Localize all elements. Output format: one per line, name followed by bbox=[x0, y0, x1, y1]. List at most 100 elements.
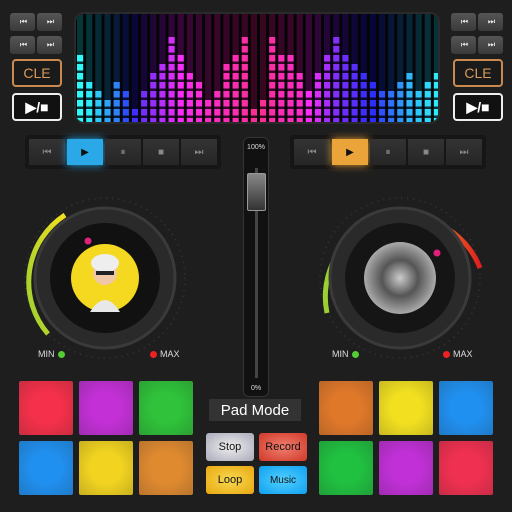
left-cle-button[interactable]: CLE bbox=[12, 59, 62, 87]
left-pause-button[interactable]: ⏸ bbox=[105, 139, 141, 165]
left-stop-button[interactable]: ■ bbox=[143, 139, 179, 165]
left-jog-wheel[interactable] bbox=[20, 193, 190, 363]
drum-pad[interactable] bbox=[319, 441, 373, 495]
fader-min-label: 0% bbox=[250, 385, 262, 392]
drum-pad[interactable] bbox=[139, 381, 193, 435]
left-next-button[interactable]: ⏭ bbox=[37, 13, 62, 31]
spectrum-bar bbox=[195, 14, 203, 122]
spectrum-bar bbox=[159, 14, 166, 122]
spectrum-bar bbox=[104, 14, 111, 122]
left-prev-button-2[interactable]: ⏮ bbox=[10, 36, 35, 54]
right-transport: ⏮ ▶ ⏸ ■ ⏭ bbox=[290, 135, 486, 169]
spectrum-bar bbox=[177, 14, 184, 122]
right-prev-button-2[interactable]: ⏮ bbox=[451, 36, 476, 54]
spectrum-visualizer bbox=[74, 12, 440, 124]
spectrum-bar bbox=[168, 14, 175, 122]
spectrum-bar bbox=[360, 14, 367, 122]
left-max-label: MAX bbox=[150, 349, 180, 359]
drum-pad[interactable] bbox=[19, 381, 73, 435]
max-indicator bbox=[443, 350, 450, 358]
right-forward-button[interactable]: ⏭ bbox=[446, 139, 482, 165]
left-min-label: MIN bbox=[38, 349, 65, 359]
spectrum-bar bbox=[214, 14, 221, 122]
right-next-button-2[interactable]: ⏭ bbox=[478, 36, 503, 54]
fader-max-label: 100% bbox=[247, 144, 265, 151]
spectrum-bar bbox=[424, 14, 431, 122]
spectrum-bar bbox=[415, 14, 422, 122]
spectrum-bar bbox=[397, 14, 404, 122]
right-min-label: MIN bbox=[332, 349, 359, 359]
spectrum-bar bbox=[433, 14, 438, 122]
right-play-button[interactable]: ▶ bbox=[332, 139, 368, 165]
spectrum-bar bbox=[205, 14, 212, 122]
right-jog-wheel[interactable] bbox=[315, 193, 485, 363]
spectrum-bar bbox=[250, 14, 257, 122]
spectrum-bar bbox=[223, 14, 230, 122]
volume-fader[interactable]: 100% 0% bbox=[243, 137, 269, 397]
drum-pad[interactable] bbox=[439, 441, 493, 495]
spectrum-bar bbox=[131, 14, 139, 122]
spectrum-bar bbox=[369, 14, 376, 122]
spectrum-bar bbox=[122, 14, 129, 122]
spectrum-bar bbox=[186, 14, 193, 122]
spectrum-bar bbox=[95, 14, 102, 122]
spectrum-bar bbox=[232, 14, 239, 122]
right-next-button[interactable]: ⏭ bbox=[478, 13, 503, 31]
left-rewind-button[interactable]: ⏮ bbox=[29, 139, 65, 165]
spectrum-bar bbox=[388, 14, 395, 122]
left-play-button[interactable]: ▶ bbox=[67, 139, 103, 165]
min-text: MIN bbox=[38, 349, 55, 359]
left-prev-button[interactable]: ⏮ bbox=[10, 13, 35, 31]
spectrum-bar bbox=[296, 14, 303, 122]
max-indicator bbox=[150, 350, 157, 358]
spectrum-bar bbox=[86, 14, 93, 122]
stop-button[interactable]: Stop bbox=[206, 433, 254, 461]
spectrum-bar bbox=[141, 14, 148, 122]
right-play-stop-button[interactable]: ▶/■ bbox=[453, 93, 503, 121]
min-indicator bbox=[351, 350, 359, 358]
left-play-stop-button[interactable]: ▶/■ bbox=[12, 93, 62, 121]
pad-mode-title: Pad Mode bbox=[209, 399, 301, 421]
drum-pad[interactable] bbox=[19, 441, 73, 495]
spectrum-bar bbox=[241, 14, 248, 122]
spectrum-bar bbox=[351, 14, 358, 122]
music-button[interactable]: Music bbox=[259, 466, 307, 494]
spectrum-bar bbox=[324, 14, 331, 122]
spectrum-bar bbox=[77, 14, 84, 122]
spectrum-bar bbox=[406, 14, 413, 122]
left-transport: ⏮ ▶ ⏸ ■ ⏭ bbox=[25, 135, 221, 169]
right-prev-button[interactable]: ⏮ bbox=[451, 13, 476, 31]
spectrum-bar bbox=[378, 14, 386, 122]
min-indicator bbox=[57, 350, 65, 358]
record-button[interactable]: Record bbox=[259, 433, 307, 461]
drum-pad[interactable] bbox=[379, 381, 433, 435]
drum-pad[interactable] bbox=[379, 441, 433, 495]
drum-pad[interactable] bbox=[79, 381, 133, 435]
spectrum-bar bbox=[150, 14, 157, 122]
spectrum-bar bbox=[287, 14, 294, 122]
drum-pad[interactable] bbox=[439, 381, 493, 435]
right-cle-button[interactable]: CLE bbox=[453, 59, 503, 87]
spectrum-bar bbox=[333, 14, 340, 122]
left-next-button-2[interactable]: ⏭ bbox=[37, 36, 62, 54]
loop-button[interactable]: Loop bbox=[206, 466, 254, 494]
spectrum-bar bbox=[305, 14, 312, 122]
spectrum-bar bbox=[113, 14, 120, 122]
right-pause-button[interactable]: ⏸ bbox=[370, 139, 406, 165]
right-stop-button[interactable]: ■ bbox=[408, 139, 444, 165]
max-text: MAX bbox=[453, 349, 473, 359]
right-max-label: MAX bbox=[443, 349, 473, 359]
drum-pad[interactable] bbox=[79, 441, 133, 495]
fader-handle[interactable] bbox=[247, 173, 266, 211]
spectrum-bar bbox=[342, 14, 349, 122]
min-text: MIN bbox=[332, 349, 349, 359]
spectrum-bar bbox=[269, 14, 276, 122]
left-forward-button[interactable]: ⏭ bbox=[181, 139, 217, 165]
spectrum-bar bbox=[314, 14, 322, 122]
max-text: MAX bbox=[160, 349, 180, 359]
drum-pad[interactable] bbox=[319, 381, 373, 435]
spectrum-bar bbox=[260, 14, 267, 122]
right-rewind-button[interactable]: ⏮ bbox=[294, 139, 330, 165]
spectrum-bar bbox=[278, 14, 285, 122]
drum-pad[interactable] bbox=[139, 441, 193, 495]
